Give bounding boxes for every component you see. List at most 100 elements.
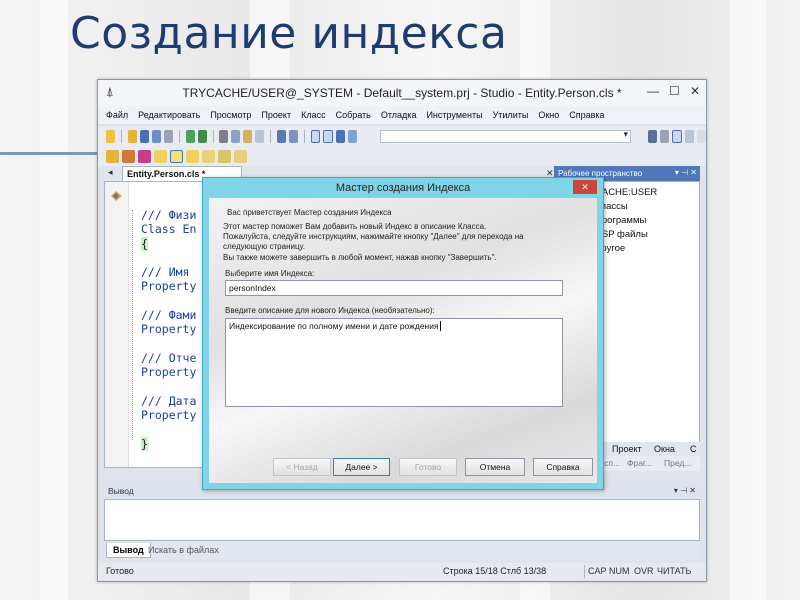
code-brace: { [141,236,148,251]
open-folder-icon[interactable] [127,129,137,143]
build-icon[interactable] [197,129,207,143]
code-line: Property [141,279,197,294]
menu-project[interactable]: Проект [261,110,291,120]
new-file-icon[interactable] [106,129,116,143]
output-panel[interactable] [104,499,700,541]
status-cursor-position: Строка 15/18 Стлб 13/38 [443,566,547,576]
window-icon[interactable] [672,129,682,143]
minimize-icon[interactable]: — [647,84,659,98]
indent-icon[interactable] [310,129,321,143]
undo-icon[interactable] [277,129,287,143]
zoom-icon[interactable] [660,129,670,143]
routine-combo[interactable] [380,129,632,143]
window-title: TRYCACHE/USER@_SYSTEM - Default__system.… [182,86,622,100]
index-description-textarea[interactable]: Индексирование по полному имени и дате р… [225,318,563,407]
code-line: ​ [141,337,196,351]
menu-edit[interactable]: Редактировать [138,110,200,120]
window-controls: — ☐ ✕ [647,84,700,98]
new-query-icon[interactable] [186,149,199,163]
close-icon[interactable]: ✕ [690,84,700,98]
save-all-icon[interactable] [151,129,161,143]
tab-scroll-left-icon[interactable]: ◂ [108,167,113,178]
back-button[interactable]: < Назад [273,458,331,476]
wizard-intro-line: Этот мастер поможет Вам добавить новый И… [223,222,487,231]
wizard-intro-line: Вы также можете завершить в любой момент… [223,253,497,262]
status-separator [584,565,585,578]
wizard-welcome: Вас приветствует Мастер создания Индекса [227,208,392,217]
tile-icon[interactable] [696,129,706,143]
delete-icon[interactable] [255,129,265,143]
editor-gutter [105,182,129,467]
new-foreign-key-icon[interactable] [218,149,231,163]
output-tabs: Вывод Искать в файлах [104,543,700,559]
code-line: ​ [141,380,196,394]
status-bar: Готово Строка 15/18 Стлб 13/38 CAP NUM O… [98,563,706,580]
workspace-header-buttons[interactable]: ▾ ⊣ ✕ [675,168,697,177]
help-icon[interactable] [648,129,658,143]
new-index-icon[interactable] [170,149,183,163]
code-line: /// Имя [141,265,190,280]
redo-icon[interactable] [289,129,299,143]
new-parameter-icon[interactable] [154,149,167,163]
menu-tools[interactable]: Инструменты [426,110,482,120]
code-line: Property [141,408,197,423]
toolbar-separator [178,129,180,143]
code-line: { [141,236,196,251]
menu-class[interactable]: Класс [301,110,326,120]
new-trigger-icon[interactable] [202,149,215,163]
code-line: Property [141,322,197,337]
save-icon[interactable] [139,129,149,143]
menu-help[interactable]: Справка [569,110,604,120]
background-stripe [730,0,766,600]
class-toolbar [98,146,706,166]
menu-utilities[interactable]: Утилиты [493,110,529,120]
dialog-content: Вас приветствует Мастер создания Индекса… [209,198,597,483]
toolbar-separator [121,129,122,143]
compile-icon[interactable] [185,129,195,143]
tab-project[interactable]: Проект [612,444,642,454]
new-class-icon[interactable] [106,149,119,163]
menu-window[interactable]: Окно [538,110,559,120]
index-name-input[interactable]: personIndex [225,280,563,296]
menu-file[interactable]: Файл [106,110,128,120]
maximize-icon[interactable]: ☐ [669,84,680,98]
next-button[interactable]: Далее > [333,458,390,476]
tab-preview[interactable]: Пред... [664,458,691,468]
wizard-intro-line: Пожалуйста, следуйте инструкциям, нажима… [223,232,524,241]
toolbar-separator [304,129,305,143]
print-icon[interactable] [163,129,173,143]
menu-view[interactable]: Просмотр [210,110,251,120]
status-overwrite: OVR [634,566,654,576]
bookmark-icon[interactable] [336,129,346,143]
status-caps: CAP [588,566,607,576]
paste-icon[interactable] [243,129,253,143]
tab-other[interactable]: С [690,444,697,454]
toolbar-separator [270,129,272,143]
new-method-icon[interactable] [138,149,151,163]
index-description-text: Индексирование по полному имени и дате р… [229,321,439,331]
tree-item-namespace[interactable]: CACHE:USER [595,187,657,198]
output-header-buttons[interactable]: ▾ ⊣ ✕ [674,486,696,495]
code-line: /// Дата [141,393,197,408]
finish-button[interactable]: Готово [399,458,457,476]
new-projection-icon[interactable] [234,149,247,163]
outdent-icon[interactable] [323,129,334,143]
dialog-close-icon[interactable]: ✕ [573,180,597,194]
menu-debug[interactable]: Отладка [381,110,417,120]
cancel-button[interactable]: Отмена [465,458,525,476]
tab-snippets[interactable]: Фраг... [627,458,652,468]
code-brace: } [141,436,148,451]
status-readonly: ЧИТАТЬ [657,566,692,576]
menu-build[interactable]: Собрать [336,110,371,120]
tab-windows[interactable]: Окна [654,444,675,454]
layout-icon[interactable] [684,129,694,143]
main-toolbar [98,126,706,146]
cut-icon[interactable] [219,129,229,143]
copy-icon[interactable] [231,129,241,143]
help-button[interactable]: Справка [533,458,593,476]
tab-find-in-files[interactable]: Искать в файлах [142,545,225,555]
text-cursor [439,321,441,331]
find-icon[interactable] [348,129,358,143]
new-property-icon[interactable] [122,149,135,163]
index-name-label: Выберите имя Индекса: [225,269,315,278]
